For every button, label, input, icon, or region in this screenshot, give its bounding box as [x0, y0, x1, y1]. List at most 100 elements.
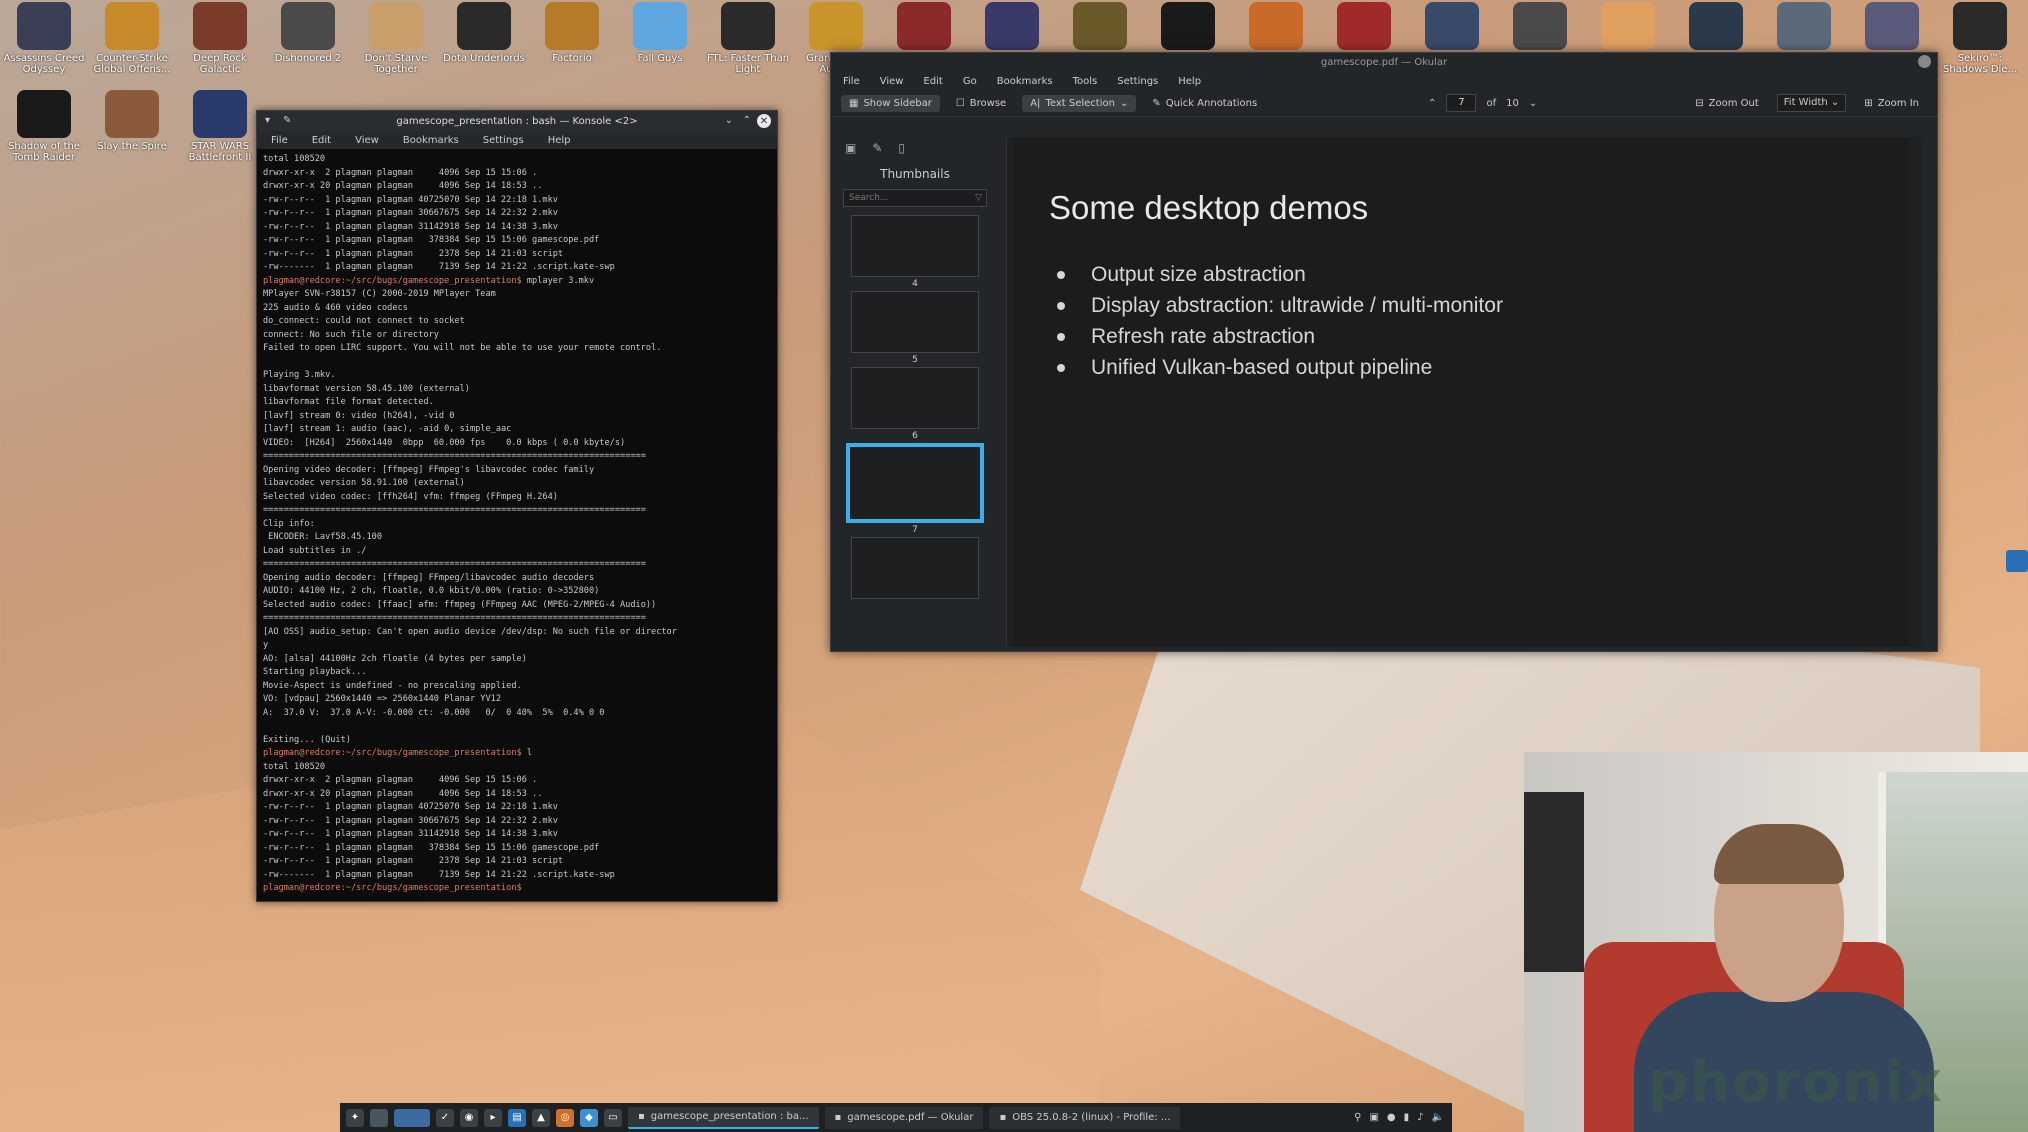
page-thumbnail[interactable] — [851, 291, 979, 353]
desktop-shortcut[interactable]: STAR WARS Battlefront II — [176, 88, 264, 172]
clipboard-icon[interactable]: ▣ — [1369, 1112, 1378, 1123]
window-menu-icon[interactable]: ▾ — [265, 115, 270, 126]
page-up-icon[interactable]: ⌃ — [1428, 98, 1436, 109]
terminal-line: 225 audio & 460 video codecs — [263, 302, 408, 313]
zoom-in-button[interactable]: ⊞ Zoom In — [1856, 95, 1927, 112]
chat-icon[interactable]: ◆ — [580, 1108, 598, 1127]
thumbnails-search-input[interactable]: Search... ▽ — [843, 189, 987, 207]
okular-menu-file[interactable]: File — [843, 76, 860, 87]
konsole-title: gamescope_presentation : bash — Konsole … — [396, 115, 638, 127]
files-icon[interactable]: ▤ — [508, 1108, 526, 1127]
desktop-shortcut[interactable]: Fall Guys — [616, 0, 704, 84]
warning-icon[interactable]: ▲ — [532, 1108, 550, 1127]
battery-icon[interactable]: ▮ — [1404, 1112, 1410, 1123]
thumbnails-icon[interactable]: ▣ — [845, 141, 856, 155]
desktop-shortcut-label: Factorio — [552, 53, 592, 64]
konsole-menu-file[interactable]: File — [271, 135, 288, 146]
desktop-shortcut[interactable]: Factorio — [528, 0, 616, 84]
zoom-mode-select[interactable]: Fit Width ⌄ — [1776, 94, 1847, 112]
okular-titlebar[interactable]: gamescope.pdf — Okular — [831, 53, 1937, 71]
okular-menu-bookmarks[interactable]: Bookmarks — [997, 76, 1053, 87]
desktop-shortcut-label: Dota Underlords — [443, 53, 525, 64]
minimize-icon[interactable]: ⌄ — [725, 115, 733, 126]
okular-menu-tools[interactable]: Tools — [1073, 76, 1098, 87]
notification-icon[interactable] — [2006, 550, 2028, 572]
monitor-icon[interactable]: ▭ — [604, 1108, 622, 1127]
quick-annotations-button[interactable]: ✎ Quick Annotations — [1144, 95, 1265, 112]
terminal-line: drwxr-xr-x 20 plagman plagman 4096 Sep 1… — [263, 181, 543, 191]
document-viewer[interactable]: Some desktop demos Output size abstracti… — [1006, 137, 1921, 647]
desktop-shortcut[interactable]: Don't Starve Together — [352, 0, 440, 84]
konsole-menu-view[interactable]: View — [355, 135, 379, 146]
okular-menu-view[interactable]: View — [880, 76, 904, 87]
thumbnail-page-number: 4 — [912, 279, 918, 289]
taskbar-task-label: gamescope.pdf — Okular — [847, 1112, 974, 1123]
pager-desktop-2[interactable] — [394, 1108, 430, 1127]
page-of-label: of — [1486, 97, 1497, 109]
pager-desktop-1[interactable] — [370, 1108, 388, 1127]
terminal-output[interactable]: total 108520 drwxr-xr-x 2 plagman plagman… — [257, 149, 777, 901]
close-icon[interactable] — [1918, 55, 1931, 68]
page-down-icon[interactable]: ⌄ — [1529, 98, 1537, 109]
volume-icon[interactable]: 🔈 — [1432, 1112, 1444, 1123]
desktop-shortcut[interactable]: Sekiro™: Shadows Die... — [1936, 0, 2024, 84]
okular-menu-edit[interactable]: Edit — [923, 76, 942, 87]
desktop-shortcut[interactable]: FTL: Faster Than Light — [704, 0, 792, 84]
desktop-shortcut[interactable]: Slay the Spire — [88, 88, 176, 172]
taskbar-task[interactable]: ▪ gamescope_presentation : ba... — [628, 1106, 819, 1129]
desktop-shortcut[interactable]: Assassins Creed Odyssey — [0, 0, 88, 84]
konsole-titlebar[interactable]: ▾ ✎ gamescope_presentation : bash — Kons… — [257, 111, 777, 131]
slide-bullet: Unified Vulkan-based output pipeline — [1057, 352, 1503, 383]
okular-window[interactable]: gamescope.pdf — Okular File View Edit Go Boo… — [830, 52, 1938, 652]
bullet-icon — [1057, 301, 1065, 310]
desktop-shortcut[interactable]: Shadow of the Tomb Raider — [0, 88, 88, 172]
browse-button[interactable]: ☐ Browse — [948, 95, 1014, 112]
page-thumbnail[interactable] — [851, 215, 979, 277]
show-sidebar-button[interactable]: ▦ Show Sidebar — [841, 95, 940, 112]
okular-menu-go[interactable]: Go — [963, 76, 977, 87]
page-thumbnail[interactable] — [851, 367, 979, 429]
okular-menu-settings[interactable]: Settings — [1117, 76, 1158, 87]
maximize-icon[interactable]: ⌃ — [743, 115, 751, 126]
taskbar-task[interactable]: ▪ OBS 25.0.8-2 (linux) - Profile: ... — [989, 1106, 1181, 1129]
page-thumbnail[interactable] — [846, 443, 984, 523]
desktop-shortcut-label: Don't Starve Together — [364, 53, 428, 75]
taskbar-task[interactable]: ▪ gamescope.pdf — Okular — [824, 1106, 984, 1129]
zoom-out-icon: ⊟ — [1695, 97, 1704, 109]
record-icon[interactable]: ● — [1387, 1112, 1396, 1123]
okular-menu-help[interactable]: Help — [1178, 76, 1201, 87]
desktop-shortcut[interactable]: Counter-Strike Global Offens... — [88, 0, 176, 84]
terminal-line: -rw-r--r-- 1 plagman plagman 2378 Sep 14… — [263, 856, 564, 866]
terminal-icon[interactable]: ▸ — [484, 1108, 502, 1127]
window-icon: ▪ — [638, 1111, 645, 1122]
mic-icon[interactable]: ♪ — [1417, 1112, 1423, 1123]
close-icon[interactable]: ✕ — [757, 114, 771, 128]
konsole-window[interactable]: ▾ ✎ gamescope_presentation : bash — Kons… — [256, 110, 778, 902]
app-launcher-icon[interactable]: ✦ — [346, 1108, 364, 1127]
text-selection-button[interactable]: A| Text Selection ⌄ — [1022, 95, 1137, 112]
thumbnail-page-number: 6 — [912, 431, 918, 441]
konsole-menu-settings[interactable]: Settings — [483, 135, 524, 146]
thumbnail-page-number — [839, 599, 991, 613]
desktop-shortcut-label: FTL: Faster Than Light — [706, 53, 790, 75]
network-icon[interactable]: ⚲ — [1354, 1112, 1361, 1123]
thumbnails-title: Thumbnails — [880, 167, 950, 181]
browser-icon[interactable]: ◎ — [556, 1108, 574, 1127]
page-number-input[interactable]: 7 — [1446, 94, 1477, 112]
desktop-shortcut[interactable]: Deep Rock Galactic — [176, 0, 264, 84]
konsole-menu-bookmarks[interactable]: Bookmarks — [403, 135, 459, 146]
filter-icon[interactable]: ▽ — [975, 190, 982, 206]
page-thumbnail[interactable] — [851, 537, 979, 599]
konsole-menu-edit[interactable]: Edit — [312, 135, 331, 146]
check-icon[interactable]: ✓ — [436, 1108, 454, 1127]
steam-icon[interactable]: ◉ — [460, 1108, 478, 1127]
zoom-out-button[interactable]: ⊟ Zoom Out — [1687, 95, 1767, 112]
desktop-shortcut-label: Assassins Creed Odyssey — [3, 53, 85, 75]
show-sidebar-label: Show Sidebar — [863, 98, 932, 109]
desktop-shortcut[interactable]: Dota Underlords — [440, 0, 528, 84]
konsole-menu-help[interactable]: Help — [548, 135, 571, 146]
bookmarks-icon[interactable]: ▯ — [898, 141, 905, 155]
annotations-icon[interactable]: ✎ — [872, 141, 882, 155]
pin-icon[interactable]: ✎ — [283, 115, 291, 126]
desktop-shortcut[interactable]: Dishonored 2 — [264, 0, 352, 84]
